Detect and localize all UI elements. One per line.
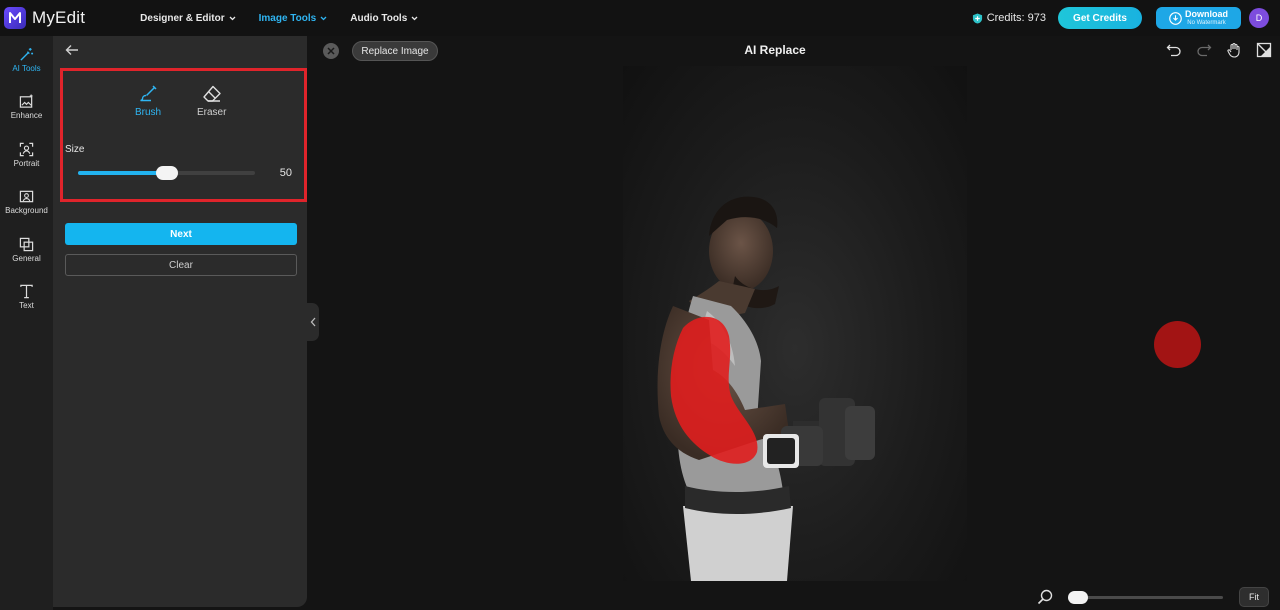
rail-item-background[interactable]: Background: [0, 189, 53, 215]
myedit-logo-icon: [4, 7, 26, 29]
arrow-left-icon: [65, 45, 78, 55]
rail-item-text[interactable]: Text: [0, 284, 53, 310]
athlete-photo: [657, 196, 875, 581]
nav-label: Designer & Editor: [140, 12, 225, 24]
nav-label: Image Tools: [258, 12, 317, 24]
download-label: Download: [1185, 9, 1228, 19]
top-nav: Designer & Editor Image Tools Audio Tool…: [140, 13, 441, 24]
hand-icon[interactable]: [1226, 42, 1242, 58]
rail-item-label: Portrait: [13, 159, 40, 168]
back-button[interactable]: [65, 43, 79, 61]
logo[interactable]: MyEdit: [4, 7, 85, 29]
canvas-title: AI Replace: [744, 43, 806, 57]
nav-image-tools[interactable]: Image Tools: [259, 13, 328, 24]
size-slider[interactable]: [78, 166, 255, 180]
background-icon: [19, 190, 34, 203]
size-slider-fill: [78, 171, 167, 175]
redo-icon[interactable]: [1196, 42, 1212, 58]
tool-panel: Brush Eraser Size 50 Next Clear: [53, 36, 307, 607]
avatar[interactable]: D: [1249, 8, 1269, 28]
nav-audio-tools[interactable]: Audio Tools: [350, 13, 418, 24]
eraser-tool-button[interactable]: Eraser: [197, 85, 226, 118]
close-button[interactable]: [323, 43, 339, 59]
eraser-tool-label: Eraser: [197, 107, 227, 118]
rail-item-enhance[interactable]: Enhance: [0, 94, 53, 120]
credits-shield-icon: [972, 12, 982, 24]
canvas-toolbar: [1152, 42, 1272, 58]
rail-item-label: Enhance: [10, 111, 43, 120]
rail-item-label: AI Tools: [12, 64, 41, 73]
close-icon: [327, 47, 335, 55]
brush-cursor: [1154, 321, 1201, 368]
credits: Credits: 973: [972, 12, 1046, 24]
rail-item-label: General: [12, 254, 41, 263]
replace-image-button[interactable]: Replace Image: [352, 41, 438, 61]
nav-label: Audio Tools: [350, 12, 408, 24]
app-name: MyEdit: [32, 8, 86, 27]
rail-item-general[interactable]: General: [0, 237, 53, 263]
zoom-slider-thumb[interactable]: [1068, 591, 1088, 604]
portrait-icon: [19, 142, 34, 157]
download-sublabel: No Watermark: [1187, 20, 1226, 26]
chevron-down-icon: [411, 16, 418, 20]
edit-image[interactable]: [623, 66, 967, 581]
layers-icon: [19, 237, 34, 252]
brush-tool-button[interactable]: Brush: [135, 85, 161, 118]
brush-tool-label: Brush: [135, 107, 162, 118]
magnifier-icon: [1037, 589, 1053, 605]
next-button[interactable]: Next: [65, 223, 297, 245]
credits-label: Credits: 973: [986, 12, 1046, 24]
fit-button[interactable]: Fit: [1239, 587, 1269, 607]
compare-icon[interactable]: [1256, 42, 1272, 58]
size-label: Size: [65, 144, 85, 155]
size-value: 50: [279, 167, 292, 179]
chevron-down-icon: [320, 16, 327, 20]
undo-icon[interactable]: [1166, 42, 1182, 58]
top-bar: MyEdit Designer & Editor Image Tools Aud…: [0, 0, 1280, 36]
chevron-left-icon: [310, 317, 316, 327]
rail-item-label: Text: [19, 301, 34, 310]
left-rail: AI Tools Enhance Portrait Background Gen…: [0, 36, 53, 610]
brush-icon: [140, 85, 157, 102]
rail-item-label: Background: [5, 206, 48, 215]
panel-collapse-handle[interactable]: [307, 303, 319, 341]
size-slider-thumb[interactable]: [155, 166, 178, 180]
eraser-icon: [203, 85, 221, 102]
magic-wand-icon: [20, 47, 34, 61]
zoom-slider[interactable]: [1068, 591, 1223, 604]
account-area: Credits: 973 Get Credits Download No Wat…: [972, 0, 1280, 36]
rail-item-portrait[interactable]: Portrait: [0, 142, 53, 168]
brush-settings-highlight: Brush Eraser Size 50: [60, 68, 307, 202]
rail-item-ai-tools[interactable]: AI Tools: [0, 47, 53, 73]
text-icon: [20, 284, 33, 299]
zoom-icon[interactable]: [1037, 589, 1053, 610]
image-sparkle-icon: [19, 94, 33, 108]
download-icon: [1169, 11, 1182, 25]
clear-button[interactable]: Clear: [65, 254, 297, 276]
get-credits-button[interactable]: Get Credits: [1058, 7, 1142, 29]
download-button[interactable]: Download No Watermark: [1156, 7, 1241, 29]
chevron-down-icon: [229, 16, 236, 20]
nav-designer-editor[interactable]: Designer & Editor: [140, 12, 236, 24]
